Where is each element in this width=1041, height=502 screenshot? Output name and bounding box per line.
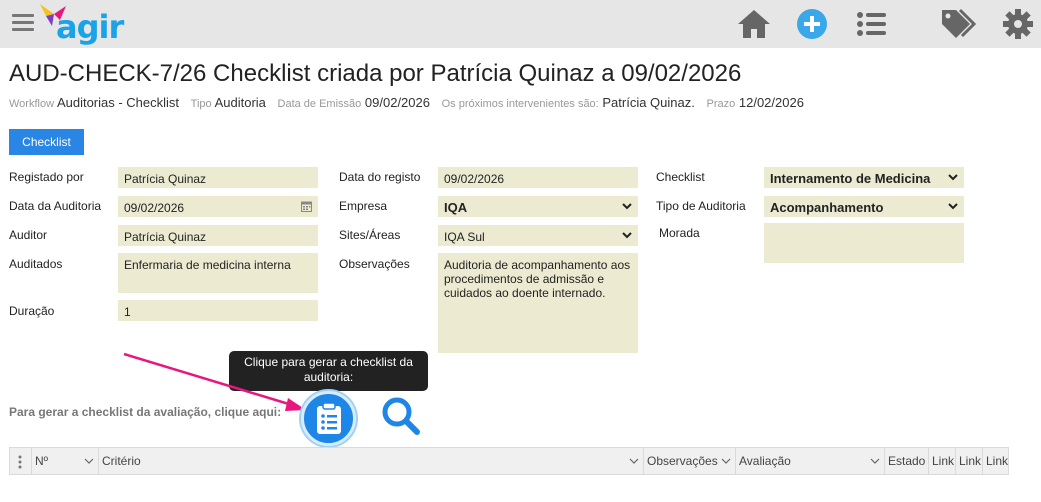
meta-prazo-label: Prazo [706, 98, 736, 110]
chevron-down-icon[interactable] [721, 456, 731, 466]
clipboard-list-icon [317, 402, 341, 434]
empresa-label: Empresa [339, 199, 388, 213]
checklist-select[interactable]: Internamento de Medicina [764, 167, 964, 188]
drag-handle-icon[interactable] [18, 455, 22, 469]
sites-value: IQA Sul [444, 230, 485, 244]
observacoes-label: Observações [339, 257, 410, 271]
data-auditoria-field[interactable]: 09/02/2026 [118, 196, 318, 217]
page-title: AUD-CHECK-7/26 Checklist criada por Patr… [9, 60, 742, 87]
data-registo-label: Data do registo [339, 170, 421, 184]
sites-label: Sites/Áreas [339, 228, 401, 242]
duracao-label: Duração [9, 304, 55, 318]
checklist-value: Internamento de Medicina [770, 171, 931, 186]
generate-checklist-label: Para gerar a checklist da avaliação, cli… [9, 405, 282, 419]
sites-select[interactable]: IQA Sul [438, 225, 638, 246]
generate-checklist-button[interactable] [301, 391, 356, 446]
settings-icon[interactable] [1002, 8, 1034, 40]
auditados-field[interactable]: Enfermaria de medicina interna [118, 253, 318, 293]
morada-field[interactable] [764, 223, 964, 263]
data-registo-field[interactable]: 09/02/2026 [438, 167, 638, 188]
add-icon[interactable] [796, 8, 828, 40]
column-observacoes[interactable]: Observações [643, 448, 735, 474]
chevron-down-icon[interactable] [870, 456, 880, 466]
column-link-1[interactable]: Link [928, 448, 955, 474]
data-auditoria-label: Data da Auditoria [9, 199, 102, 213]
chevron-down-icon [948, 174, 958, 181]
meta-workflow-value: Auditorias - Checklist [56, 95, 180, 110]
checklist-label: Checklist [656, 170, 705, 184]
tipo-auditoria-label: Tipo de Auditoria [656, 199, 746, 213]
empresa-select[interactable]: IQA [438, 196, 638, 217]
home-icon[interactable] [736, 8, 772, 40]
auditados-label: Auditados [9, 257, 63, 271]
list-icon[interactable] [856, 11, 888, 37]
column-numero-label: Nº [35, 454, 49, 468]
meta-prazo-value: 12/02/2026 [738, 95, 804, 110]
meta-line: Workflow Auditorias - Checklist Tipo Aud… [9, 95, 812, 110]
search-icon[interactable] [381, 396, 421, 436]
data-auditoria-value: 09/02/2026 [124, 201, 185, 215]
chevron-down-icon [622, 203, 632, 210]
registado-por-field[interactable]: Patrícia Quinaz [118, 167, 318, 188]
checklist-tab-button[interactable]: Checklist [9, 129, 84, 155]
tipo-auditoria-select[interactable]: Acompanhamento [764, 196, 964, 217]
top-bar: agir [0, 0, 1041, 48]
app-logo[interactable]: agir [38, 2, 138, 46]
meta-tipo-label: Tipo [190, 98, 212, 110]
auditor-label: Auditor [9, 228, 48, 242]
empresa-value: IQA [444, 200, 468, 215]
column-avaliacao-label: Avaliação [739, 454, 791, 468]
column-link-3[interactable]: Link [982, 448, 1008, 474]
calendar-icon[interactable] [301, 200, 312, 212]
chevron-down-icon[interactable] [84, 456, 94, 466]
meta-intervenientes-value: Patrícia Quinaz. [602, 95, 695, 110]
morada-label: Morada [659, 226, 700, 240]
duracao-field[interactable]: 1 [118, 300, 318, 321]
column-observacoes-label: Observações [647, 454, 718, 468]
column-link-2[interactable]: Link [955, 448, 982, 474]
meta-emissao-label: Data de Emissão [277, 98, 362, 110]
column-numero[interactable]: Nº [31, 448, 98, 474]
meta-workflow-label: Workflow [9, 98, 55, 110]
menu-icon[interactable] [12, 14, 34, 34]
column-estado[interactable]: Estado [884, 448, 928, 474]
checklist-table-header: Nº Critério Observações Avaliação Estado… [9, 447, 1009, 475]
tags-icon[interactable] [940, 8, 978, 40]
auditor-field[interactable]: Patrícia Quinaz [118, 225, 318, 246]
tipo-auditoria-value: Acompanhamento [770, 200, 884, 215]
column-criterio[interactable]: Critério [98, 448, 643, 474]
observacoes-field[interactable]: Auditoria de acompanhamento aos procedim… [438, 253, 638, 353]
row-handle-column[interactable] [10, 448, 31, 474]
chevron-down-icon [622, 232, 632, 239]
registado-por-label: Registado por [9, 170, 84, 184]
meta-emissao-value: 09/02/2026 [364, 95, 430, 110]
chevron-down-icon[interactable] [629, 456, 639, 466]
chevron-down-icon [948, 203, 958, 210]
logo-text: agir [56, 8, 124, 46]
column-avaliacao[interactable]: Avaliação [735, 448, 884, 474]
meta-intervenientes-label: Os próximos intervenientes são: [441, 98, 599, 110]
meta-tipo-value: Auditoria [214, 95, 266, 110]
column-criterio-label: Critério [102, 454, 141, 468]
